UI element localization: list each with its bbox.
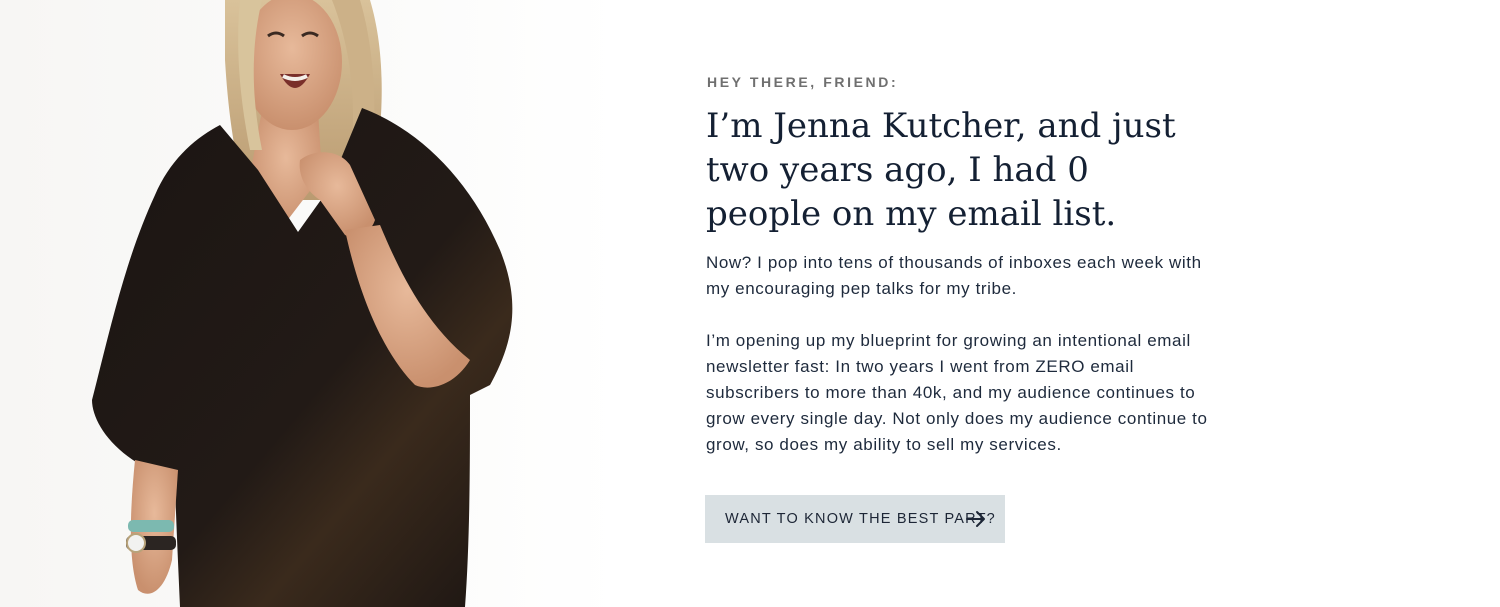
best-part-button[interactable]: WANT TO KNOW THE BEST PART? — [705, 495, 1005, 543]
intro-paragraph-2: I’m opening up my blueprint for growing … — [706, 331, 1208, 454]
cta-label: WANT TO KNOW THE BEST PART? — [725, 511, 996, 527]
portrait-photo — [0, 0, 620, 607]
intro-text-block: HEY THERE, FRIEND: I’m Jenna Kutcher, an… — [706, 74, 1226, 458]
eyebrow-text: HEY THERE, FRIEND: — [707, 74, 899, 90]
intro-paragraph-1: Now? I pop into tens of thousands of inb… — [706, 253, 1202, 298]
about-section: HEY THERE, FRIEND: I’m Jenna Kutcher, an… — [0, 0, 1500, 607]
arrow-right-icon — [965, 508, 987, 530]
headline: I’m Jenna Kutcher, and just two years ag… — [706, 106, 1176, 234]
